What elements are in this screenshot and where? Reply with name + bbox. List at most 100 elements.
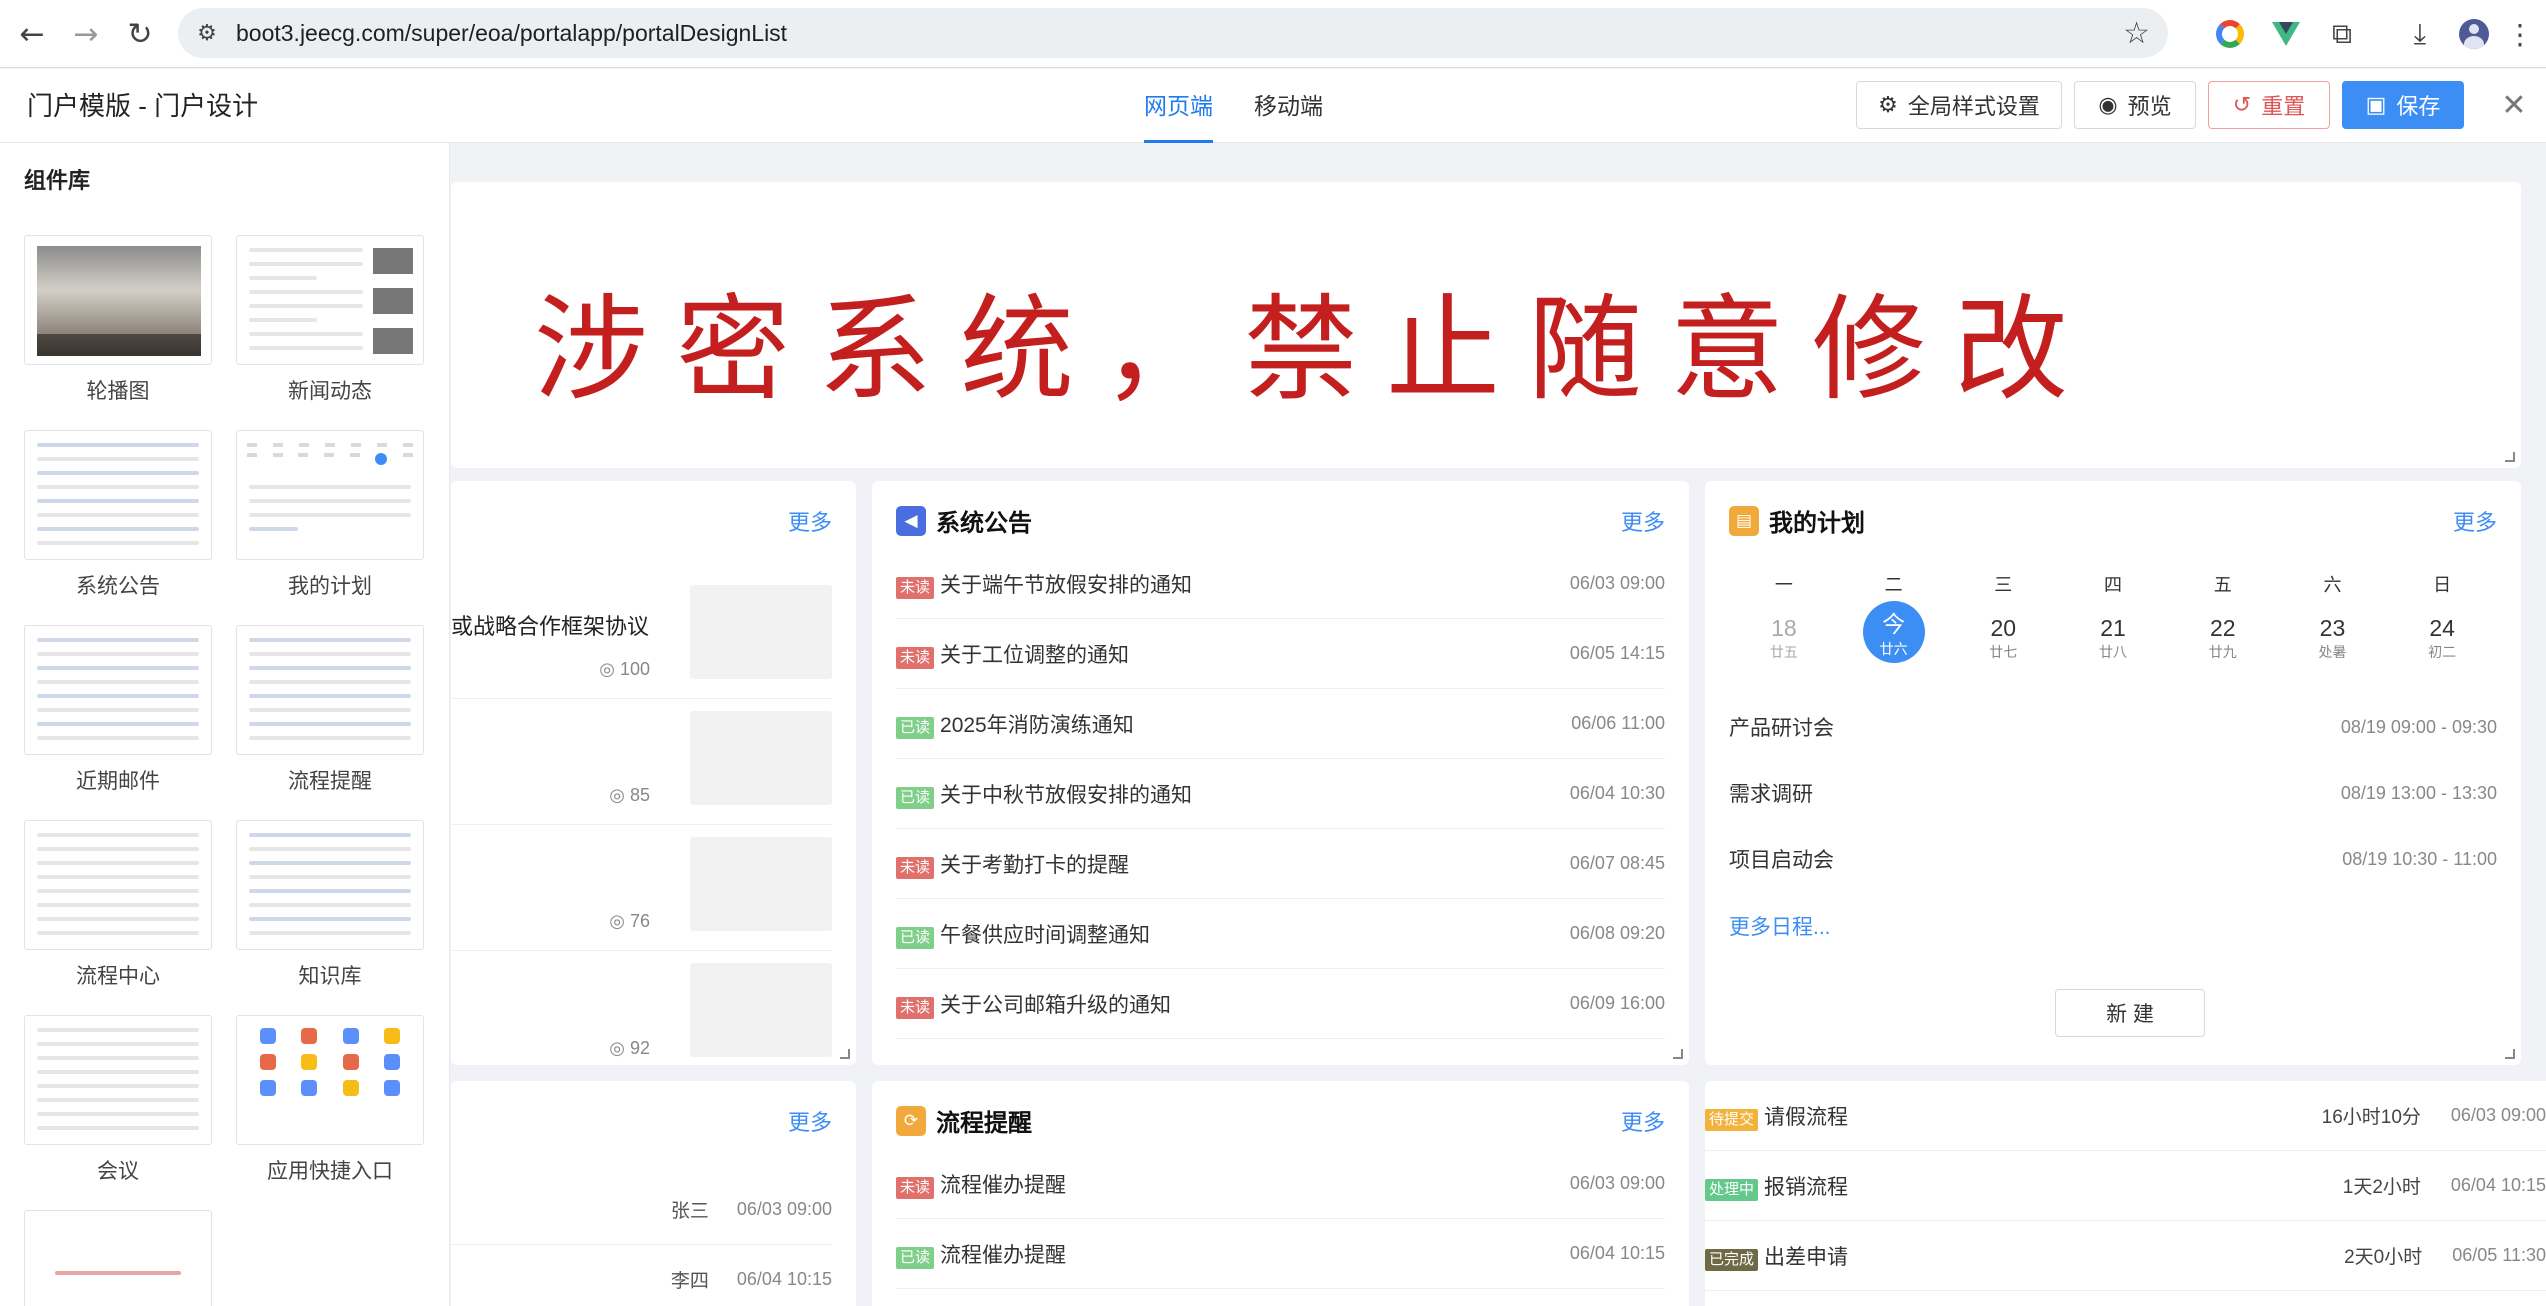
flow-center-item-title: 待提交 请假流程 bbox=[1705, 1101, 2322, 1131]
address-url[interactable]: boot3.jeecg.com/super/eoa/portalapp/port… bbox=[236, 8, 787, 58]
bookmark-star-icon[interactable]: ☆ bbox=[2123, 16, 2150, 51]
component-recent-mail[interactable]: 近期邮件 bbox=[24, 625, 212, 795]
calendar-day[interactable]: 24 初二 bbox=[2387, 601, 2497, 663]
plan-more-link[interactable]: 更多 bbox=[2453, 505, 2497, 537]
day-number: 22 bbox=[2209, 615, 2236, 641]
flow-reminder-more-link[interactable]: 更多 bbox=[1621, 1105, 1665, 1137]
component-meeting[interactable]: 会议 bbox=[24, 1015, 212, 1185]
resize-handle[interactable] bbox=[1673, 1049, 1683, 1059]
address-bar[interactable]: ⚙ boot3.jeecg.com/super/eoa/portalapp/po… bbox=[178, 8, 2168, 58]
flow-reminder-widget[interactable]: ⟳ 流程提醒 更多 未读 流程催办提醒 06/03 09:00 已读 流程催办提醒 06/… bbox=[872, 1081, 1689, 1306]
plan-widget[interactable]: ▤ 我的计划 更多 一 二 三 四 五 六 日 18 廿五 今廿六 20 廿七 21 廿八 22 廿九 23 处… bbox=[1705, 481, 2521, 1065]
component-flow-center[interactable]: 流程中心 bbox=[24, 820, 212, 990]
eye-icon: ◉ bbox=[2098, 92, 2118, 118]
news-item[interactable]: 或战略合作框架协议 ◎ 100 bbox=[451, 573, 832, 699]
more-schedule-link[interactable]: 更多日程... bbox=[1729, 911, 1831, 941]
global-style-button[interactable]: ⚙ 全局样式设置 bbox=[1856, 81, 2062, 129]
component-quick-entry[interactable]: 应用快捷入口 bbox=[236, 1015, 424, 1185]
mail-more-link[interactable]: 更多 bbox=[788, 1105, 832, 1137]
news-image bbox=[690, 963, 832, 1057]
browser-menu-icon[interactable]: ⋮ bbox=[2500, 14, 2540, 54]
flow-reminder-title: 流程提醒 bbox=[936, 1110, 1032, 1137]
forward-arrow-icon[interactable]: → bbox=[66, 14, 106, 54]
tab-mobile[interactable]: 移动端 bbox=[1254, 69, 1323, 143]
plan-event[interactable]: 项目启动会 08/19 10:30 - 11:00 bbox=[1729, 839, 2497, 879]
page-title: 门户模版 - 门户设计 bbox=[27, 91, 259, 121]
component-notice-banner[interactable] bbox=[24, 1210, 212, 1306]
announcement-item[interactable]: 未读 关于考勤打卡的提醒 06/07 08:45 bbox=[896, 829, 1665, 899]
day-number: 24 bbox=[2429, 615, 2455, 641]
mail-item[interactable]: 张三 06/03 09:00 bbox=[451, 1175, 832, 1245]
calendar-day[interactable]: 22 廿九 bbox=[2168, 601, 2278, 663]
site-info-icon[interactable]: ⚙ bbox=[192, 18, 222, 48]
view-count: ◎ 100 bbox=[599, 659, 650, 679]
announcement-date: 06/06 11:00 bbox=[1571, 713, 1665, 733]
news-item[interactable]: ◎ 76 bbox=[451, 825, 832, 951]
back-arrow-icon[interactable]: ← bbox=[12, 14, 52, 54]
calendar-day[interactable]: 21 廿八 bbox=[2058, 601, 2168, 663]
close-icon[interactable]: ✕ bbox=[2494, 85, 2534, 125]
calendar-day[interactable]: 18 廿五 bbox=[1729, 601, 1839, 663]
chrome-extension-icon[interactable] bbox=[2210, 14, 2250, 54]
announcement-item[interactable]: 未读 关于工位调整的通知 06/05 14:15 bbox=[896, 619, 1665, 689]
announcement-item[interactable]: 已读 午餐供应时间调整通知 06/08 09:20 bbox=[896, 899, 1665, 969]
plan-event[interactable]: 产品研讨会 08/19 09:00 - 09:30 bbox=[1729, 707, 2497, 747]
reset-button[interactable]: ↺ 重置 bbox=[2208, 81, 2330, 129]
mail-item[interactable]: 李四 06/04 10:15 bbox=[451, 1245, 832, 1306]
announcement-more-link[interactable]: 更多 bbox=[1621, 505, 1665, 537]
save-button[interactable]: ▣ 保存 bbox=[2342, 81, 2464, 129]
reload-icon[interactable]: ↻ bbox=[120, 14, 160, 54]
news-item[interactable]: ◎ 85 bbox=[451, 699, 832, 825]
flow-duration: 1天2小时 bbox=[2342, 1177, 2421, 1198]
resize-handle[interactable] bbox=[2505, 1049, 2515, 1059]
flow-center-widget[interactable]: 待提交 请假流程 16小时10分 06/03 09:00 处理中 报销流程 1天2小时 06/… bbox=[1705, 1081, 2546, 1306]
flow-center-item[interactable]: 已完成 出差申请 2天0小时 06/05 11:30 bbox=[1705, 1221, 2546, 1291]
announcement-item[interactable]: 未读 关于端午节放假安排的通知 06/03 09:00 bbox=[896, 549, 1665, 619]
component-carousel[interactable]: 轮播图 bbox=[24, 235, 212, 405]
news-widget[interactable]: 更多 或战略合作框架协议 ◎ 100 ◎ 85 ◎ 76 ◎ 92 bbox=[451, 481, 856, 1065]
event-title: 需求调研 bbox=[1729, 783, 1813, 806]
event-time: 08/19 09:00 - 09:30 bbox=[2340, 716, 2497, 737]
announcement-item[interactable]: 已读 2025年消防演练通知 06/06 11:00 bbox=[896, 689, 1665, 759]
flow-reminder-item[interactable]: 未读 流程催办提醒 06/03 09:00 bbox=[896, 1149, 1665, 1219]
plan-event[interactable]: 需求调研 08/19 13:00 - 13:30 bbox=[1729, 773, 2497, 813]
flow-name: 出差申请 bbox=[1764, 1245, 1849, 1269]
today-marker[interactable]: 今廿六 bbox=[1862, 601, 1925, 663]
vue-devtools-icon[interactable] bbox=[2266, 14, 2306, 54]
flow-icon: ⟳ bbox=[896, 1105, 926, 1136]
mail-widget[interactable]: 更多 张三 06/03 09:00 李四 06/04 10:15 bbox=[451, 1081, 856, 1306]
profile-avatar-icon[interactable] bbox=[2454, 14, 2494, 54]
news-more-link[interactable]: 更多 bbox=[788, 505, 832, 537]
component-announcement[interactable]: 系统公告 bbox=[24, 430, 212, 600]
flow-name: 报销流程 bbox=[1764, 1175, 1849, 1199]
news-item[interactable]: ◎ 92 bbox=[451, 951, 832, 1065]
component-plan[interactable]: 我的计划 bbox=[236, 430, 424, 600]
announcement-widget[interactable]: ◀ 系统公告 更多 未读 关于端午节放假安排的通知 06/03 09:00 未读 关于工… bbox=[872, 481, 1689, 1065]
meeting-thumbnail bbox=[24, 1015, 212, 1145]
banner-widget[interactable]: 涉密系统，禁止随意修改 bbox=[451, 182, 2521, 468]
announcement-text: 关于端午节放假安排的通知 bbox=[940, 573, 1193, 597]
flow-reminder-date: 06/03 09:00 bbox=[1569, 1173, 1665, 1193]
download-icon[interactable]: ⤓ bbox=[2400, 14, 2440, 54]
announcement-text: 关于工位调整的通知 bbox=[940, 643, 1130, 667]
component-news[interactable]: 新闻动态 bbox=[236, 235, 424, 405]
resize-handle[interactable] bbox=[2505, 452, 2515, 462]
announcement-item[interactable]: 已读 关于中秋节放假安排的通知 06/04 10:30 bbox=[896, 759, 1665, 829]
extensions-puzzle-icon[interactable]: ⧉ bbox=[2322, 14, 2362, 54]
calendar-day[interactable]: 20 廿七 bbox=[1948, 601, 2058, 663]
status-badge: 已读 bbox=[896, 716, 935, 739]
preview-button[interactable]: ◉ 预览 bbox=[2074, 81, 2196, 129]
component-knowledge-base[interactable]: 知识库 bbox=[236, 820, 424, 990]
tab-web[interactable]: 网页端 bbox=[1144, 69, 1213, 143]
announcement-item-title: 已读 午餐供应时间调整通知 bbox=[896, 919, 1570, 949]
new-schedule-button[interactable]: 新 建 bbox=[2055, 989, 2205, 1037]
resize-handle[interactable] bbox=[840, 1049, 850, 1059]
announcement-item[interactable]: 未读 关于公司邮箱升级的通知 06/09 16:00 bbox=[896, 969, 1665, 1039]
component-flow-reminder[interactable]: 流程提醒 bbox=[236, 625, 424, 795]
flow-center-item[interactable]: 处理中 报销流程 1天2小时 06/04 10:15 bbox=[1705, 1151, 2546, 1221]
status-badge: 已读 bbox=[896, 926, 935, 949]
flow-reminder-item[interactable]: 已读 流程催办提醒 06/04 10:15 bbox=[896, 1219, 1665, 1289]
calendar-day[interactable]: 今廿六 bbox=[1839, 601, 1949, 663]
calendar-day[interactable]: 23 处暑 bbox=[2278, 601, 2388, 663]
flow-center-item[interactable]: 待提交 请假流程 16小时10分 06/03 09:00 bbox=[1705, 1081, 2546, 1151]
